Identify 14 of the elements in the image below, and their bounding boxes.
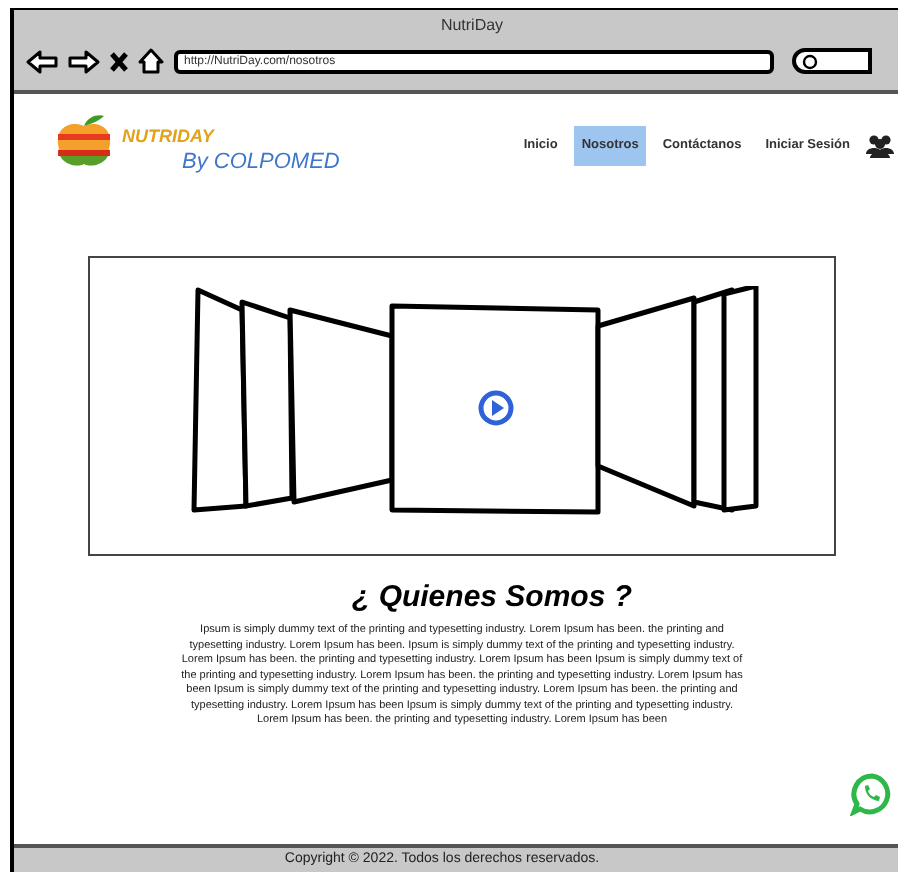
forward-arrow-icon[interactable] [68,49,100,73]
close-icon[interactable] [110,51,128,71]
brand-name: NUTRIDAY [122,126,217,146]
back-arrow-icon[interactable] [26,49,58,73]
search-field[interactable] [792,48,872,74]
play-icon[interactable] [478,390,514,426]
search-icon [802,53,818,69]
brand-tagline: By COLPOMED [182,150,340,176]
section-heading: ¿ Quienes Somos ? [349,580,635,616]
window-title: NutriDay [440,16,504,36]
chat-bubble-icon[interactable] [850,772,894,816]
home-icon[interactable] [138,48,164,74]
apple-logo-icon [54,114,114,170]
users-icon[interactable] [866,133,894,158]
